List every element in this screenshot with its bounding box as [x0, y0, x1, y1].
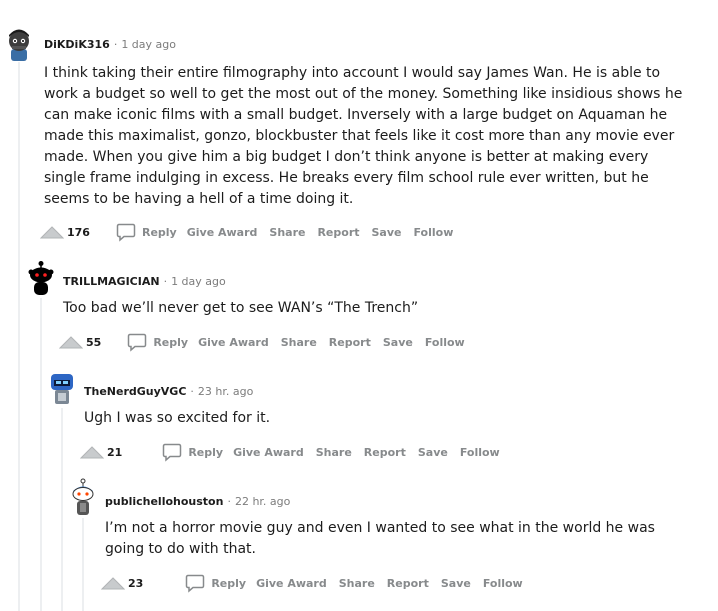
upvote-button[interactable]: 176 — [40, 225, 90, 239]
timestamp[interactable]: 1 day ago — [121, 38, 176, 51]
follow-button[interactable]: Follow — [477, 577, 529, 590]
follow-button[interactable]: Follow — [419, 336, 471, 349]
username[interactable]: publichellohouston — [105, 495, 223, 508]
upvote-arrow-icon — [101, 577, 125, 590]
comment-bubble-icon — [186, 574, 205, 593]
share-button[interactable]: Share — [263, 226, 311, 239]
save-button[interactable]: Save — [366, 226, 408, 239]
reply-label: Reply — [211, 576, 247, 590]
follow-button[interactable]: Follow — [454, 446, 506, 459]
comment-meta: DiKDiK316 · 1 day ago — [44, 38, 176, 52]
timestamp[interactable]: 23 hr. ago — [198, 385, 253, 398]
timestamp[interactable]: 1 day ago — [171, 275, 226, 288]
thread-line[interactable] — [40, 298, 42, 611]
comment-body: Too bad we’ll never get to see WAN’s “Th… — [63, 300, 419, 316]
reply-label: Reply — [188, 445, 224, 459]
vote-score: 23 — [128, 576, 144, 590]
reply-label: Reply — [141, 225, 177, 239]
avatar[interactable] — [69, 478, 97, 520]
share-button[interactable]: Share — [310, 446, 358, 459]
vote-score: 55 — [86, 335, 102, 349]
username[interactable]: TheNerdGuyVGC — [84, 385, 186, 398]
comment-meta: publichellohouston · 22 hr. ago — [105, 495, 290, 509]
avatar[interactable] — [3, 27, 35, 65]
comment-actions: 23 Reply Give Award Share Report Save Fo… — [101, 572, 529, 594]
report-button[interactable]: Report — [358, 446, 412, 459]
report-button[interactable]: Report — [381, 577, 435, 590]
upvote-arrow-icon — [80, 446, 104, 459]
vote-score: 21 — [107, 445, 123, 459]
upvote-arrow-icon — [40, 226, 64, 239]
thread-line[interactable] — [61, 408, 63, 611]
timestamp[interactable]: 22 hr. ago — [235, 495, 290, 508]
give-award-button[interactable]: Give Award — [192, 336, 275, 349]
comment-meta: TRILLMAGICIAN · 1 day ago — [63, 275, 226, 289]
user-avatar-icon — [51, 374, 73, 404]
save-button[interactable]: Save — [412, 446, 454, 459]
reply-label: Reply — [153, 335, 189, 349]
comment-body: Ugh I was so excited for it. — [84, 410, 271, 426]
share-button[interactable]: Share — [333, 577, 381, 590]
meta-separator: · — [163, 275, 168, 288]
user-avatar-icon — [72, 478, 94, 515]
follow-button[interactable]: Follow — [407, 226, 459, 239]
meta-separator: · — [227, 495, 231, 508]
comment-body: I’m not a horror movie guy and even I wa… — [105, 520, 655, 557]
upvote-button[interactable]: 55 — [59, 335, 101, 349]
comment-actions: 55 Reply Give Award Share Report Save Fo… — [59, 331, 471, 353]
avatar[interactable] — [26, 260, 56, 300]
reply-button[interactable]: Reply — [127, 332, 192, 352]
upvote-button[interactable]: 23 — [101, 576, 143, 590]
upvote-arrow-icon — [59, 336, 83, 349]
comment-actions: 21 Reply Give Award Share Report Save Fo… — [80, 441, 506, 463]
comment-bubble-icon — [163, 443, 182, 462]
comment-bubble-icon — [128, 333, 147, 352]
comment-meta: TheNerdGuyVGC · 23 hr. ago — [84, 385, 253, 399]
comment-body: I think taking their entire filmography … — [44, 65, 683, 207]
upvote-button[interactable]: 21 — [80, 445, 122, 459]
meta-separator: · — [113, 38, 118, 51]
thread-line[interactable] — [18, 62, 20, 611]
reply-button[interactable]: Reply — [162, 442, 227, 462]
vote-score: 176 — [67, 225, 90, 239]
save-button[interactable]: Save — [377, 336, 419, 349]
avatar[interactable] — [48, 371, 76, 409]
thread-line[interactable] — [82, 518, 84, 611]
give-award-button[interactable]: Give Award — [181, 226, 264, 239]
report-button[interactable]: Report — [323, 336, 377, 349]
save-button[interactable]: Save — [435, 577, 477, 590]
report-button[interactable]: Report — [311, 226, 365, 239]
comment-bubble-icon — [116, 223, 136, 242]
give-award-button[interactable]: Give Award — [227, 446, 310, 459]
user-avatar-icon — [9, 29, 29, 61]
comment-actions: 176 Reply Give Award Share Report Save F… — [40, 221, 459, 243]
username[interactable]: TRILLMAGICIAN — [63, 275, 160, 288]
reply-button[interactable]: Reply — [185, 573, 250, 593]
give-award-button[interactable]: Give Award — [250, 577, 333, 590]
reply-button[interactable]: Reply — [116, 222, 181, 242]
username[interactable]: DiKDiK316 — [44, 38, 110, 51]
user-avatar-icon — [28, 261, 54, 295]
share-button[interactable]: Share — [275, 336, 323, 349]
meta-separator: · — [190, 385, 194, 398]
